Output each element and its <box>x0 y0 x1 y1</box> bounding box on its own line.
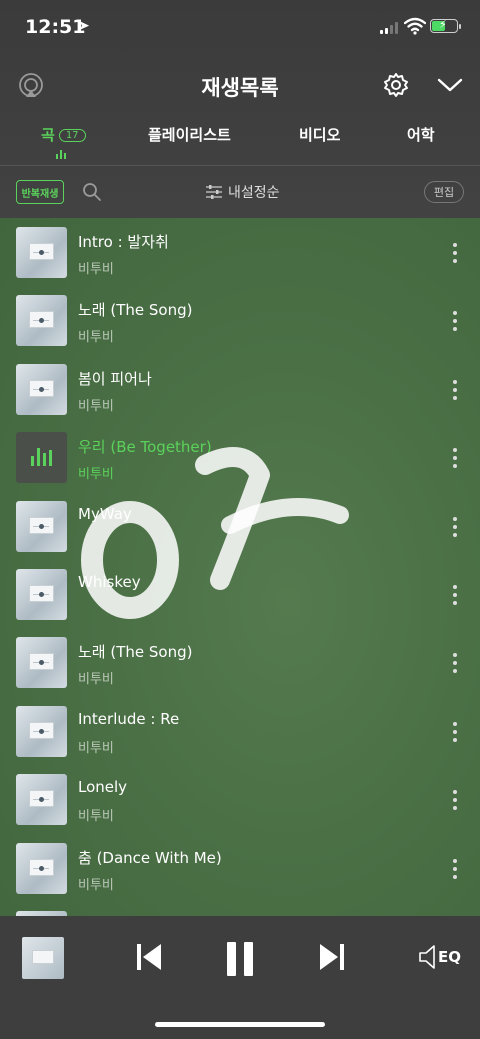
tab-language[interactable]: 어학 <box>407 124 435 145</box>
song-artist: 비투비 <box>78 878 114 893</box>
list-item[interactable]: 춤 (Dance With Me) 비투비 <box>0 834 480 902</box>
album-art <box>16 295 67 346</box>
toolbar: 반복재생 내설정순 편집 <box>0 166 480 218</box>
song-artist: 비투비 <box>78 262 114 277</box>
album-art <box>16 501 67 552</box>
album-art <box>16 843 67 894</box>
edit-button[interactable]: 편집 <box>424 181 464 203</box>
more-options-icon[interactable] <box>452 585 458 605</box>
song-title: 춤 (Dance With Me) <box>78 849 222 867</box>
list-item-playing[interactable]: 우리 (Be Together) 비투비 <box>0 423 480 491</box>
more-options-icon[interactable] <box>452 653 458 673</box>
tab-bar: 곡 17 플레이리스트 비디오 어학 <box>0 120 480 165</box>
search-icon[interactable] <box>82 182 102 202</box>
status-bar: 12:51 ➤ ⚡ <box>0 0 480 56</box>
song-title: 우리 (Be Together) <box>78 438 212 456</box>
album-art <box>16 227 67 278</box>
more-options-icon[interactable] <box>452 517 458 537</box>
list-item[interactable]: 봄이 피어나 비투비 <box>0 355 480 423</box>
song-title: MyWay <box>78 505 132 523</box>
pause-icon[interactable] <box>224 940 256 978</box>
song-list: Intro : 발자취 비투비 노래 (The Song) 비투비 봄이 피어나… <box>0 218 480 916</box>
home-indicator <box>155 1022 325 1027</box>
wifi-icon <box>404 17 426 35</box>
gear-icon[interactable] <box>383 72 409 98</box>
location-arrow-icon: ➤ <box>78 18 90 34</box>
list-item[interactable]: 노래 (The Song) 비투비 <box>0 628 480 696</box>
sort-label: 내설정순 <box>228 185 280 201</box>
song-artist: 비투비 <box>78 741 114 756</box>
album-art <box>16 364 67 415</box>
song-title: Interlude : Re <box>78 710 180 728</box>
album-art <box>16 569 67 620</box>
mini-player: EQ <box>0 916 480 1039</box>
now-playing-equalizer-icon <box>16 432 67 483</box>
sliders-icon <box>206 185 222 199</box>
tab-songs[interactable]: 곡 17 <box>41 124 86 145</box>
list-item[interactable]: 노래 (The Song) 비투비 <box>0 286 480 354</box>
song-title: Intro : 발자취 <box>78 233 169 251</box>
tab-video[interactable]: 비디오 <box>299 124 340 145</box>
list-item[interactable] <box>0 902 480 916</box>
song-artist: 비투비 <box>78 672 114 687</box>
list-item[interactable]: Interlude : Re 비투비 <box>0 697 480 765</box>
mini-player-album-art[interactable] <box>22 937 64 979</box>
battery-icon: ⚡ <box>430 18 461 33</box>
list-item[interactable]: Intro : 발자취 비투비 <box>0 218 480 286</box>
song-artist: 비투비 <box>78 330 114 345</box>
header: 재생목록 <box>0 60 480 110</box>
song-title: 노래 (The Song) <box>78 301 193 319</box>
song-artist: 비투비 <box>78 399 114 414</box>
repeat-button[interactable]: 반복재생 <box>16 180 64 204</box>
tab-playlists[interactable]: 플레이리스트 <box>148 124 231 145</box>
more-options-icon[interactable] <box>452 722 458 742</box>
more-options-icon[interactable] <box>452 448 458 468</box>
song-count-badge: 17 <box>58 129 86 142</box>
sort-button[interactable]: 내설정순 <box>206 182 280 202</box>
more-options-icon[interactable] <box>452 243 458 263</box>
tab-songs-label: 곡 <box>41 126 55 144</box>
status-time: 12:51 <box>25 16 86 38</box>
eq-button[interactable]: EQ <box>418 944 461 970</box>
cellular-signal-icon <box>380 22 398 34</box>
album-art <box>16 706 67 757</box>
more-options-icon[interactable] <box>452 790 458 810</box>
album-art <box>16 637 67 688</box>
more-options-icon[interactable] <box>452 311 458 331</box>
more-options-icon[interactable] <box>452 380 458 400</box>
list-item[interactable]: Whiskey <box>0 560 480 628</box>
next-track-icon[interactable] <box>318 940 346 974</box>
eq-label: EQ <box>438 948 461 966</box>
previous-track-icon[interactable] <box>135 940 163 974</box>
song-title: Lonely <box>78 778 128 796</box>
song-artist: 비투비 <box>78 809 114 824</box>
list-item[interactable]: Lonely 비투비 <box>0 765 480 833</box>
speaker-icon <box>419 945 435 969</box>
song-title: Whiskey <box>78 573 141 591</box>
list-item[interactable]: MyWay <box>0 492 480 560</box>
song-title: 노래 (The Song) <box>78 643 193 661</box>
tab-active-indicator-icon <box>56 150 66 159</box>
chevron-down-icon[interactable] <box>437 75 463 95</box>
more-options-icon[interactable] <box>452 859 458 879</box>
song-title: 봄이 피어나 <box>78 370 152 388</box>
album-art <box>16 774 67 825</box>
song-artist: 비투비 <box>78 467 114 482</box>
